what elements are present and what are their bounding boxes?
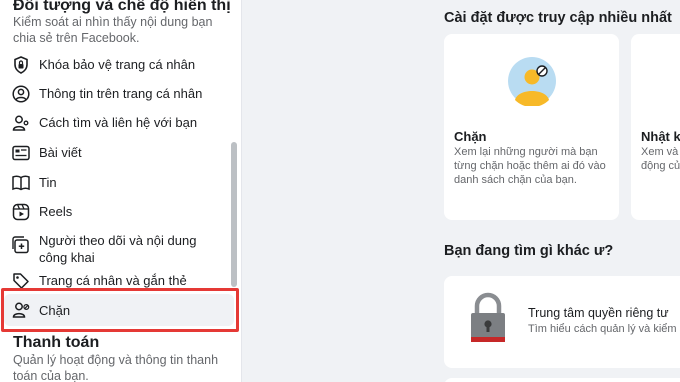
privacy-center-desc: Tìm hiểu cách quản lý và kiểm soát quyền…: [528, 323, 680, 335]
sidebar-item-followers[interactable]: Người theo dõi và nội dung công khai: [4, 231, 234, 266]
sidebar-item-label: Người theo dõi và nội dung công khai: [39, 233, 197, 265]
sidebar-item-label: Chặn: [39, 302, 71, 318]
profile-circle-icon: [12, 85, 30, 103]
sidebar-item-find-contact[interactable]: Cách tìm và liên hệ với bạn: [4, 113, 234, 132]
card-desc: Xem lại những người mà bạn từng chặn hoặ…: [454, 146, 606, 186]
user-search-icon: [12, 114, 30, 132]
tag-icon: [12, 272, 30, 290]
post-icon: [12, 144, 30, 162]
sidebar-item-label: Khóa bảo vệ trang cá nhân: [39, 57, 196, 72]
section-desc-audience: Kiểm soát ai nhìn thấy nội dung bạn chia…: [13, 15, 213, 45]
most-visited-title: Cài đặt được truy cập nhiều nhất: [444, 10, 672, 26]
card-blocking[interactable]: Chặn Xem lại những người mà bạn từng chặ…: [444, 34, 619, 220]
block-user-icon: [12, 301, 30, 319]
sidebar-item-profile-tagging[interactable]: Trang cá nhân và gắn thẻ: [4, 271, 234, 290]
card-title: Nhật ký: [641, 129, 680, 144]
card-desc: Xem và quản lý hoạt động của bạn: [641, 146, 680, 172]
sidebar-item-stories[interactable]: Tin: [4, 173, 234, 192]
book-icon: [12, 174, 30, 192]
sidebar-item-label: Tin: [39, 175, 57, 190]
card-title: Chặn: [454, 129, 487, 144]
sidebar-item-profile-info[interactable]: Thông tin trên trang cá nhân: [4, 84, 234, 103]
next-card[interactable]: [444, 378, 680, 382]
sidebar-item-posts[interactable]: Bài viết: [4, 143, 234, 162]
sidebar-item-label: Bài viết: [39, 145, 82, 160]
sidebar-item-label: Reels: [39, 204, 73, 219]
reels-icon: [12, 203, 30, 221]
sidebar-item-label: Thông tin trên trang cá nhân: [39, 86, 203, 101]
padlock-icon: [469, 292, 507, 349]
section-title-audience: Đối tượng và chế độ hiển thị: [13, 0, 231, 14]
section-desc-payments: Quản lý hoạt động và thông tin thanh toá…: [13, 353, 219, 382]
privacy-center-title: Trung tâm quyền riêng tư: [528, 306, 669, 320]
sidebar-item-label: Trang cá nhân và gắn thẻ: [39, 273, 187, 288]
shield-lock-icon: [12, 56, 30, 74]
sidebar-item-label: Cách tìm và liên hệ với bạn: [39, 115, 198, 130]
blocked-person-illustration: [507, 56, 557, 111]
section-title-payments: Thanh toán: [13, 334, 100, 351]
followers-icon: [12, 236, 30, 254]
sidebar-item-profile-lock[interactable]: Khóa bảo vệ trang cá nhân: [4, 55, 234, 74]
card-activity-log[interactable]: Nhật ký Xem và quản lý hoạt động của bạn: [631, 34, 680, 220]
looking-for-title: Bạn đang tìm gì khác ư?: [444, 243, 614, 259]
sidebar-item-blocking[interactable]: Chặn: [4, 294, 234, 326]
settings-sidebar: Đối tượng và chế độ hiển thị Kiểm soát a…: [0, 0, 242, 382]
privacy-center-card[interactable]: Trung tâm quyền riêng tư Tìm hiểu cách q…: [444, 276, 680, 368]
sidebar-scrollbar[interactable]: [231, 142, 237, 287]
sidebar-item-reels[interactable]: Reels: [4, 202, 234, 221]
